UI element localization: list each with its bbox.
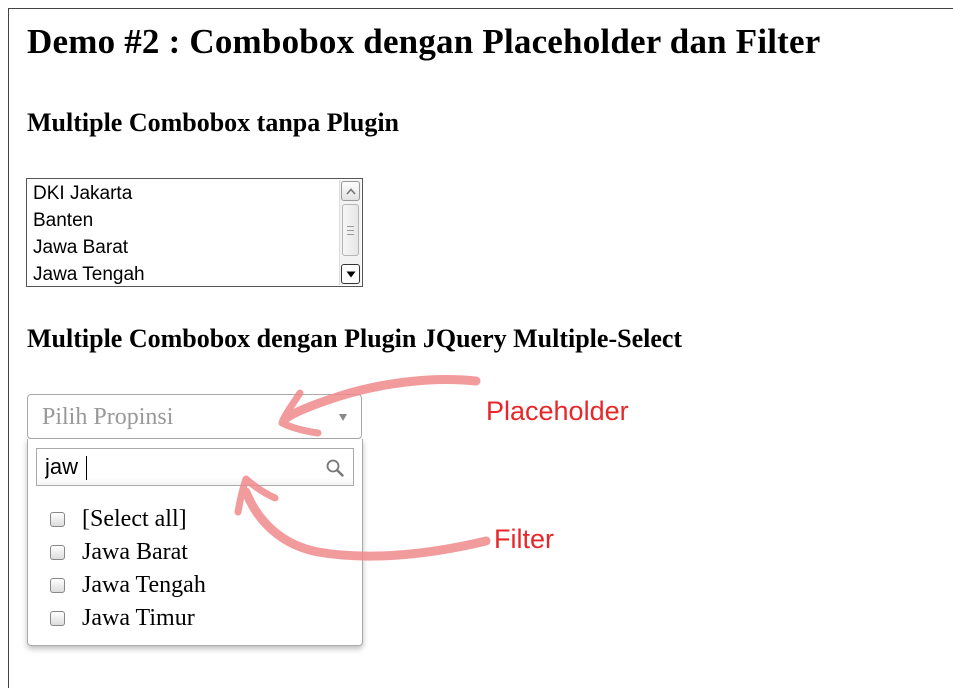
option-label: Jawa Barat — [82, 538, 188, 565]
scroll-down-icon — [346, 271, 355, 277]
scrollbar-thumb[interactable] — [342, 204, 359, 256]
scroll-up-button[interactable] — [341, 181, 360, 201]
chevron-down-icon — [339, 414, 347, 421]
native-multiple-select[interactable]: DKI Jakarta Banten Jawa Barat Jawa Tenga… — [26, 178, 363, 287]
checkbox[interactable] — [50, 610, 65, 626]
checkbox[interactable] — [50, 511, 65, 527]
list-item[interactable]: DKI Jakarta — [33, 180, 132, 207]
placeholder-text: Pilih Propinsi — [42, 404, 174, 430]
filter-input[interactable] — [37, 449, 319, 485]
scroll-down-button[interactable] — [341, 264, 360, 284]
checkbox[interactable] — [50, 577, 65, 593]
search-icon — [326, 459, 344, 477]
page-title: Demo #2 : Combobox dengan Placeholder da… — [27, 22, 821, 61]
text-caret — [86, 456, 87, 480]
section-heading-plain: Multiple Combobox tanpa Plugin — [27, 108, 400, 137]
list-item[interactable]: Jawa Tengah — [50, 570, 206, 600]
list-item[interactable]: Jawa Barat — [50, 537, 188, 567]
list-item[interactable]: Jawa Barat — [33, 234, 128, 261]
option-label: Jawa Tengah — [82, 571, 206, 598]
multiple-select-dropdown: [Select all] Jawa Barat Jawa Tengah Jawa… — [27, 439, 363, 646]
annotation-filter: Filter — [494, 524, 554, 554]
option-label: Jawa Timur — [82, 604, 195, 631]
list-item[interactable]: Banten — [33, 207, 93, 234]
grip-icon — [347, 225, 354, 235]
multiple-select-toggle[interactable]: Pilih Propinsi — [27, 394, 362, 439]
section-heading-plugin: Multiple Combobox dengan Plugin JQuery M… — [27, 324, 683, 353]
annotation-placeholder: Placeholder — [486, 396, 629, 426]
list-item[interactable]: Jawa Timur — [50, 603, 195, 633]
option-label: [Select all] — [82, 505, 187, 532]
select-all-option[interactable]: [Select all] — [50, 504, 187, 534]
filter-box[interactable] — [36, 448, 354, 486]
list-item[interactable]: Jawa Tengah — [33, 261, 145, 286]
scroll-up-icon — [345, 187, 356, 195]
checkbox[interactable] — [50, 544, 65, 560]
scrollbar[interactable] — [339, 180, 361, 285]
